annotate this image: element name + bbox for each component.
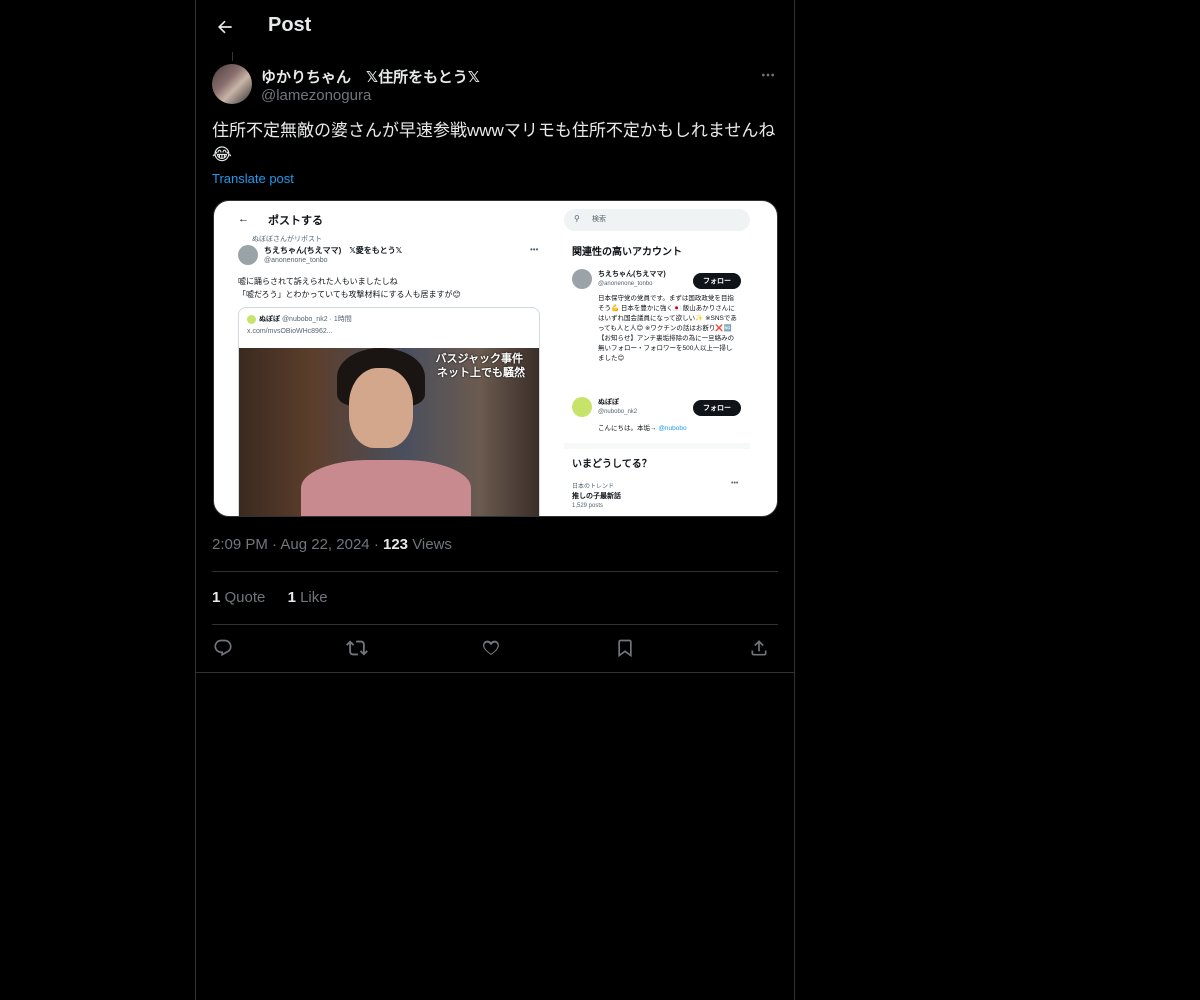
quotes-count: 1 — [212, 589, 221, 606]
likes-label: Like — [300, 589, 328, 606]
likes-count: 1 — [287, 589, 296, 606]
photo-shirt — [301, 460, 471, 516]
translate-post-link[interactable]: Translate post — [212, 171, 294, 186]
embedded-trend-title: いまどうしてる？ — [572, 459, 652, 470]
embedded-acct2-bio: こんにちは。本垢→ @nubobo — [598, 422, 687, 432]
embedded-card-header: ぬぼぼ @nubobo_nk2 · 1時間 — [247, 314, 352, 324]
embedded-divider — [564, 443, 750, 449]
repost-icon — [346, 640, 368, 656]
divider — [196, 672, 794, 673]
embedded-acct2-bio-link: @nubobo — [658, 425, 687, 432]
embedded-photo: バスジャック事件 ネット上でも騒然 — [239, 348, 539, 516]
photo-face — [349, 368, 413, 448]
embedded-card-author: ぬぼぼ — [259, 316, 280, 323]
embedded-search-icon: ⚲ — [574, 214, 580, 223]
photo-caption-2: ネット上でも騒然 — [437, 367, 525, 379]
page-title: Post — [268, 14, 312, 36]
embedded-trend-count: 1,529 posts — [572, 503, 604, 509]
embedded-acct1-avatar — [572, 269, 592, 289]
post-media-image[interactable]: ← ポストする ぬぼぼさんがリポスト ちえちゃん(ちえママ) 𝕏愛をもとう𝕏 @… — [213, 200, 778, 517]
more-button[interactable] — [756, 64, 780, 86]
embedded-acct1-handle: @anonenone_tonbo — [598, 281, 653, 287]
avatar[interactable] — [212, 64, 252, 104]
embedded-repost-note: ぬぼぼさんがリポスト — [252, 236, 322, 243]
quotes-label: Quote — [224, 589, 266, 606]
embedded-post-area: ← ポストする ぬぼぼさんがリポスト ちえちゃん(ちえママ) 𝕏愛をもとう𝕏 @… — [214, 201, 554, 516]
embedded-acct2-avatar — [572, 397, 592, 417]
embedded-author-name: ちえちゃん(ちえママ) 𝕏愛をもとう𝕏 — [264, 246, 403, 255]
embedded-card-meta: @nubobo_nk2 · 1時間 — [281, 316, 352, 323]
meta-separator: · — [373, 536, 383, 553]
embedded-acct2-name: ぬぼぼ — [598, 399, 619, 406]
embedded-related-title: 関連性の高いアカウント — [572, 247, 682, 258]
post-time[interactable]: 2:09 PM — [212, 536, 268, 553]
post-text: 住所不定無敵の婆さんが早速参戦wwwマリモも住所不定かもしれませんね😂 — [212, 121, 776, 164]
smiley-avatar-icon — [247, 314, 256, 324]
embedded-follow-button-2: フォロー — [693, 400, 741, 416]
embedded-trend-name: 推しの子最新話 — [572, 493, 621, 500]
embedded-acct1-name: ちえちゃん(ちえママ) — [598, 271, 666, 278]
repost-button[interactable] — [343, 634, 371, 662]
back-arrow-icon — [218, 20, 232, 34]
back-button[interactable] — [208, 10, 242, 44]
embedded-acct1-bio: 日本保守党の党員です。まずは国政政党を目指そう💪 日本を豊かに強く🇯🇵 飯山あか… — [598, 295, 737, 362]
embedded-avatar — [238, 245, 258, 265]
embedded-sidebar: ⚲ 検索 関連性の高いアカウント ちえちゃん(ちえママ) @anonenone_… — [564, 201, 777, 516]
bookmark-button[interactable] — [611, 634, 639, 662]
page-header: Post — [196, 0, 794, 53]
action-bar — [212, 632, 778, 664]
embedded-text-line1: 嘘に踊らされて訴えられた人もいましたしね — [238, 277, 398, 286]
likes-stat[interactable]: 1 Like — [288, 589, 328, 606]
divider — [212, 624, 778, 625]
embedded-search-placeholder: 検索 — [592, 216, 606, 223]
reply-icon — [214, 639, 232, 657]
embedded-more-icon: ••• — [530, 245, 539, 254]
reply-button[interactable] — [209, 634, 237, 662]
like-button[interactable] — [477, 634, 505, 662]
embedded-quote-card: ぬぼぼ @nubobo_nk2 · 1時間 x.com/mvsOBioWHc89… — [238, 307, 540, 516]
post-date[interactable]: Aug 22, 2024 — [280, 536, 369, 553]
more-icon — [762, 73, 774, 77]
embedded-title: ポストする — [268, 215, 323, 227]
embedded-text-line2: 「嘘だろう」とわかっていても攻撃材料にする人も居ますが😊 — [238, 290, 461, 299]
divider — [212, 571, 778, 572]
share-button[interactable] — [745, 634, 773, 662]
views-count: 123 — [382, 536, 409, 553]
embedded-author-handle: @anonenone_tonbo — [264, 257, 328, 264]
quotes-stat[interactable]: 1 Quote — [212, 589, 265, 606]
embedded-trend-more-icon: ••• — [731, 480, 739, 487]
share-icon — [751, 640, 767, 656]
embedded-trend-category: 日本のトレンド — [572, 484, 615, 490]
author-display-name[interactable]: ゆかりちゃん 𝕏住所をもとう𝕏 — [261, 66, 480, 87]
embedded-card-link: x.com/mvsOBioWHc8962... — [247, 328, 333, 335]
bookmark-icon — [618, 639, 632, 658]
views-label: Views — [412, 536, 452, 553]
post-stats: 1 Quote 1 Like — [212, 589, 346, 606]
embedded-acct2-handle: @nubobo_nk2 — [598, 409, 638, 415]
primary-column: Post ゆかりちゃん 𝕏住所をもとう𝕏 @lamezonogura 住所不定無… — [195, 0, 795, 1000]
embedded-follow-button-1: フォロー — [693, 273, 741, 289]
author-handle[interactable]: @lamezonogura — [261, 87, 371, 104]
post-meta: 2:09 PM · Aug 22, 2024 · 123 Views — [212, 536, 452, 553]
embedded-acct2-bio-text: こんにちは。本垢→ — [598, 425, 657, 432]
thread-line — [232, 52, 233, 61]
embedded-back-arrow-icon: ← — [238, 213, 249, 225]
like-icon — [483, 640, 499, 656]
